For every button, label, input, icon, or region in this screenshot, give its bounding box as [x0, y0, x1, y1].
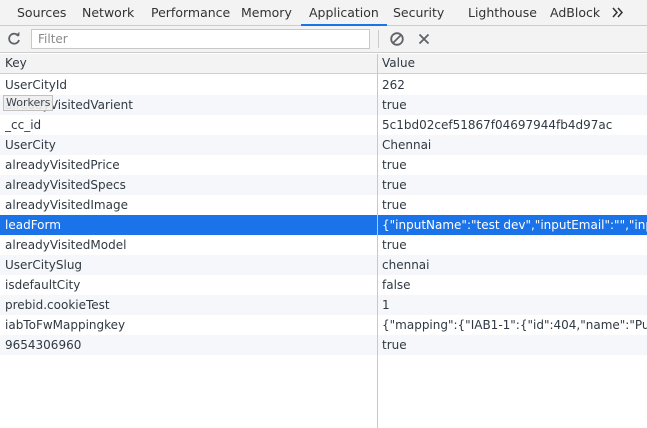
clear-all-icon — [390, 32, 404, 46]
storage-table-body: UserCityId 262 alreadyVisitedVarient tru… — [0, 75, 647, 355]
key-cell: alreadyVisitedModel — [5, 238, 127, 252]
table-row[interactable]: iabToFwMappingkey {"mapping":{"IAB1-1":{… — [0, 315, 647, 335]
key-cell: alreadyVisitedVarient — [5, 98, 133, 112]
tab-adblock[interactable]: AdBlock — [550, 0, 600, 25]
tab-performance[interactable]: Performance — [151, 0, 230, 25]
value-cell: {"mapping":{"IAB1-1":{"id":404,"name":"P… — [382, 318, 647, 332]
table-row[interactable]: UserCityId 262 — [0, 75, 647, 95]
key-cell: 9654306960 — [5, 338, 82, 352]
table-row[interactable]: alreadyVisitedSpecs true — [0, 175, 647, 195]
tooltip: Workers — [3, 95, 54, 111]
key-cell: _cc_id — [5, 118, 42, 132]
table-row[interactable]: alreadyVisitedModel true — [0, 235, 647, 255]
column-divider[interactable] — [377, 54, 378, 428]
value-cell: true — [382, 238, 407, 252]
value-cell: 262 — [382, 78, 405, 92]
column-header-key[interactable]: Key — [5, 54, 27, 73]
storage-toolbar — [0, 26, 647, 53]
table-row[interactable]: alreadyVisitedImage true — [0, 195, 647, 215]
tab-sources[interactable]: Sources — [17, 0, 66, 25]
column-header-value[interactable]: Value — [382, 54, 415, 73]
toolbar-divider — [378, 30, 379, 48]
table-row[interactable]: alreadyVisitedPrice true — [0, 155, 647, 175]
key-cell: UserCitySlug — [5, 258, 83, 272]
table-row[interactable]: UserCity Chennai — [0, 135, 647, 155]
filter-input[interactable] — [31, 29, 370, 49]
key-cell: alreadyVisitedPrice — [5, 158, 120, 172]
value-cell: chennai — [382, 258, 430, 272]
table-row[interactable]: 9654306960 true — [0, 335, 647, 355]
value-cell: true — [382, 178, 407, 192]
more-tabs-button[interactable] — [612, 0, 626, 25]
table-row[interactable]: alreadyVisitedVarient true — [0, 95, 647, 115]
value-cell: true — [382, 158, 407, 172]
key-cell: alreadyVisitedImage — [5, 198, 128, 212]
value-cell: {"inputName":"test dev","inputEmail":"",… — [382, 218, 647, 232]
devtools-tab-bar: Sources Network Performance Memory Appli… — [0, 0, 647, 26]
devtools-panel: Sources Network Performance Memory Appli… — [0, 0, 647, 428]
value-cell: 1 — [382, 298, 390, 312]
key-cell: alreadyVisitedSpecs — [5, 178, 126, 192]
tab-network[interactable]: Network — [82, 0, 134, 25]
table-row[interactable]: prebid.cookieTest 1 — [0, 295, 647, 315]
value-cell: Chennai — [382, 138, 432, 152]
key-cell: leadForm — [5, 218, 61, 232]
tab-application[interactable]: Application — [301, 0, 387, 26]
refresh-button[interactable] — [6, 31, 22, 47]
value-cell: true — [382, 98, 407, 112]
refresh-icon — [8, 31, 20, 45]
table-row[interactable]: isdefaultCity false — [0, 275, 647, 295]
key-cell: UserCity — [5, 138, 56, 152]
key-cell: isdefaultCity — [5, 278, 81, 292]
close-icon — [418, 33, 430, 45]
tab-memory[interactable]: Memory — [241, 0, 292, 25]
key-cell: prebid.cookieTest — [5, 298, 110, 312]
key-cell: UserCityId — [5, 78, 68, 92]
delete-selected-button[interactable] — [416, 31, 432, 47]
table-row[interactable]: UserCitySlug chennai — [0, 255, 647, 275]
value-cell: 5c1bd02cef51867f04697944fb4d97ac — [382, 118, 613, 132]
double-chevron-right-icon — [612, 7, 624, 18]
table-header: Key Value — [0, 54, 647, 74]
tab-lighthouse[interactable]: Lighthouse — [468, 0, 537, 25]
tab-security[interactable]: Security — [393, 0, 444, 25]
value-cell: true — [382, 338, 407, 352]
value-cell: true — [382, 198, 407, 212]
table-row[interactable]: _cc_id 5c1bd02cef51867f04697944fb4d97ac — [0, 115, 647, 135]
table-row-selected[interactable]: leadForm {"inputName":"test dev","inputE… — [0, 215, 647, 235]
value-cell: false — [382, 278, 411, 292]
key-cell: iabToFwMappingkey — [5, 318, 126, 332]
clear-all-button[interactable] — [389, 31, 405, 47]
